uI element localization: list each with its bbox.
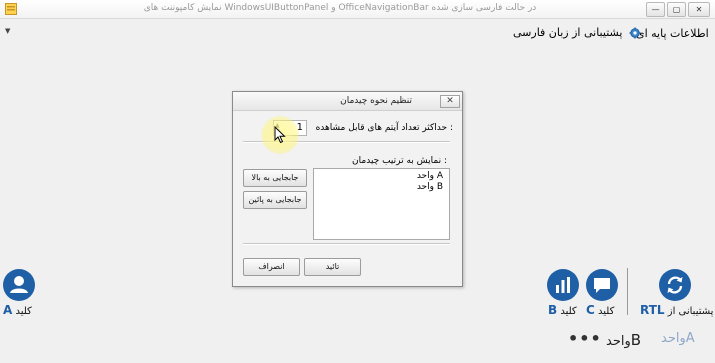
maximize-button[interactable]: ▢ <box>667 2 686 17</box>
window-title: نمایش کامپوننت های WindowsUIButtonPanel … <box>143 3 537 13</box>
bottom-nav-unit-b[interactable]: واحدB <box>606 331 641 349</box>
nav-item-base-info[interactable]: اطلاعات پایه ای <box>636 27 709 40</box>
rtl-support-letter: RTL <box>640 303 665 317</box>
max-items-label: حداکثر تعداد آیتم های قابل مشاهده : <box>315 123 453 133</box>
button-b-text: کلید <box>560 306 577 317</box>
nav-item-persian-support[interactable]: پشتیبانی از زبان فارسی <box>513 26 641 39</box>
cancel-button[interactable]: انصراف <box>243 258 300 276</box>
button-group-separator <box>627 268 628 315</box>
separator <box>243 243 450 245</box>
dialog-title: تنظیم نحوه چیدمان <box>340 96 412 106</box>
list-item[interactable]: واحد A <box>417 171 443 181</box>
dialog-close-button[interactable]: ✕ <box>440 95 460 108</box>
sync-icon[interactable] <box>659 269 691 301</box>
order-list[interactable]: واحد A واحد B <box>313 168 450 240</box>
bottom-nav-unit-a-letter: A <box>685 331 695 346</box>
bottom-nav-more-button[interactable]: ••• <box>568 329 602 348</box>
user-icon[interactable] <box>3 269 35 301</box>
bottom-nav-unit-a-text: واحد <box>661 331 686 346</box>
move-down-button[interactable]: جابجایی به پائین <box>243 191 307 209</box>
button-a-label[interactable]: A کلید <box>3 303 32 317</box>
button-c-text: کلید <box>598 306 615 317</box>
order-label: نمایش به ترتیب چیدمان : <box>352 156 447 166</box>
move-up-button[interactable]: جابجایی به بالا <box>243 169 307 187</box>
rtl-support-text: پشتیبانی از <box>667 306 714 317</box>
bottom-nav-unit-b-text: واحد <box>606 334 631 349</box>
rtl-support-label[interactable]: RTL پشتیبانی از <box>640 303 713 317</box>
dialog-title-bar[interactable]: تنظیم نحوه چیدمان ✕ <box>233 92 462 111</box>
button-b-label[interactable]: B کلید <box>548 303 577 317</box>
ok-button[interactable]: تائید <box>304 258 361 276</box>
button-c-label[interactable]: C کلید <box>586 303 614 317</box>
bar-chart-icon[interactable] <box>547 269 579 301</box>
mouse-pointer-icon <box>274 126 286 144</box>
close-button[interactable]: ✕ <box>688 2 710 17</box>
minimize-button[interactable]: — <box>646 2 665 17</box>
app-icon <box>5 3 17 15</box>
nav-dropdown-arrow-icon[interactable]: ▼ <box>5 27 10 35</box>
button-b-letter: B <box>548 303 558 317</box>
bottom-nav-unit-b-letter: B <box>630 331 642 349</box>
gear-icon <box>629 27 641 39</box>
list-item[interactable]: واحد B <box>417 182 443 192</box>
nav-item-persian-label: پشتیبانی از زبان فارسی <box>513 26 623 39</box>
window-title-bar: نمایش کامپوننت های WindowsUIButtonPanel … <box>0 0 715 19</box>
chat-icon[interactable] <box>586 269 618 301</box>
bottom-nav-unit-a[interactable]: واحدA <box>661 331 695 346</box>
button-a-letter: A <box>3 303 13 317</box>
button-c-letter: C <box>586 303 595 317</box>
button-a-text: کلید <box>15 306 32 317</box>
